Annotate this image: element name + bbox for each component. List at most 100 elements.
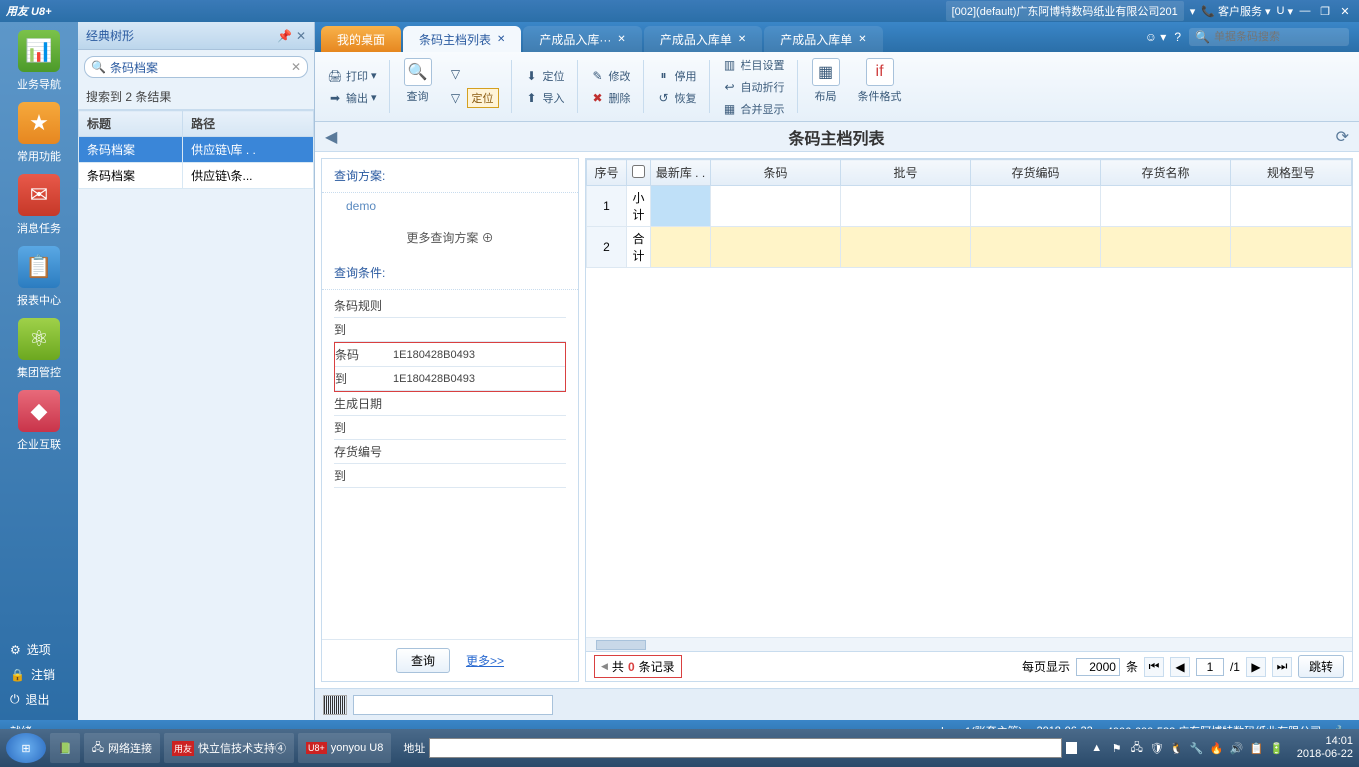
barcode-scan-input[interactable]	[353, 695, 553, 715]
tray-clip-icon[interactable]: 📋	[1249, 740, 1265, 756]
filter-button[interactable]: ▽	[444, 64, 503, 84]
grid-row-total[interactable]: 2合计	[587, 227, 1352, 268]
modify-button[interactable]: ✎修改	[586, 66, 635, 86]
address-go[interactable]: →	[1066, 742, 1077, 754]
tray-flag-icon[interactable]: ⚑	[1109, 740, 1125, 756]
customer-service-button[interactable]: 📞 客户服务 ▾	[1201, 3, 1270, 19]
stop-button[interactable]: ⏸停用	[652, 66, 701, 86]
col-latest[interactable]: 最新库 . .	[651, 160, 711, 186]
col-path[interactable]: 路径	[183, 111, 314, 137]
taskbar-support[interactable]: 用友 快立信技术支持④	[164, 733, 294, 763]
nav-enterprise[interactable]: ◆企业互联	[8, 390, 70, 452]
tray-batt-icon[interactable]: 🔋	[1269, 740, 1285, 756]
nav-logout[interactable]: 🔒注销	[0, 662, 78, 687]
tree-row[interactable]: 条码档案供应链\条...	[79, 163, 314, 189]
page-last[interactable]: ⏭	[1272, 657, 1292, 677]
refresh-icon[interactable]: ⟳	[1336, 127, 1349, 147]
u-menu[interactable]: U ▾	[1277, 5, 1293, 18]
print-button[interactable]: 🖨打印 ▾	[323, 66, 381, 86]
delete-button[interactable]: ✖删除	[586, 88, 635, 108]
query-plan-demo[interactable]: demo	[322, 193, 578, 219]
page-jump-button[interactable]: 跳转	[1298, 655, 1344, 678]
output-button[interactable]: ➡输出 ▾	[323, 88, 381, 108]
tray-sec-icon[interactable]: 🛡	[1149, 740, 1165, 756]
restore-button[interactable]: ↺恢复	[652, 88, 701, 108]
tab-product-in-3[interactable]: 产成品入库单✕	[764, 26, 882, 52]
tab-product-in-2[interactable]: 产成品入库单✕	[644, 26, 762, 52]
layout-button[interactable]: ▦布局	[806, 56, 846, 117]
nav-report[interactable]: 📋报表中心	[8, 246, 70, 308]
window-close[interactable]: ✕	[1337, 5, 1353, 18]
field-barcode-rule[interactable]: 条码规则	[334, 294, 566, 318]
tab-close-icon[interactable]: ✕	[738, 34, 746, 45]
col-spec[interactable]: 规格型号	[1231, 160, 1352, 186]
col-seq[interactable]: 序号	[587, 160, 627, 186]
taskbar-excel[interactable]: 📗	[50, 733, 80, 763]
locate-button[interactable]: ▽定位	[444, 86, 503, 110]
tree-close-icon[interactable]: ✕	[296, 29, 306, 43]
tab-close-icon[interactable]: ✕	[617, 34, 625, 45]
nav-exit[interactable]: ⏻退出	[0, 687, 78, 712]
field-barcode-to[interactable]: 到1E180428B0493	[335, 367, 565, 391]
taskbar-clock[interactable]: 14:01 2018-06-22	[1297, 735, 1353, 761]
field-to-2[interactable]: 到	[334, 416, 566, 440]
autowrap-button[interactable]: ↩自动折行	[718, 77, 789, 97]
back-icon[interactable]: ◀	[325, 127, 337, 147]
tray-net-icon[interactable]: 🖧	[1129, 740, 1145, 756]
help-icon[interactable]: ?	[1174, 30, 1181, 44]
pin-icon[interactable]: 📌	[277, 29, 292, 43]
company-dropdown-arrow[interactable]: ▾	[1190, 5, 1196, 18]
start-button[interactable]: ⊞	[6, 733, 46, 763]
taskbar-yonyou[interactable]: U8+ yonyou U8	[298, 733, 391, 763]
tab-desktop[interactable]: 我的桌面	[321, 26, 401, 52]
locate-top-button[interactable]: ⬇定位	[520, 66, 569, 86]
tab-product-in-1[interactable]: 产成品入库···✕	[523, 26, 641, 52]
tray-up-icon[interactable]: ▲	[1089, 740, 1105, 756]
page-input[interactable]	[1196, 658, 1224, 676]
col-check[interactable]	[627, 160, 651, 186]
tab-barcode-list[interactable]: 条码主档列表✕	[403, 26, 521, 52]
query-submit-button[interactable]: 查询	[396, 648, 450, 673]
tab-close-icon[interactable]: ✕	[497, 34, 505, 45]
col-stockname[interactable]: 存货名称	[1101, 160, 1231, 186]
more-query-plans[interactable]: 更多查询方案 ⊕	[322, 219, 578, 256]
tray-fire-icon[interactable]: 🔥	[1209, 740, 1225, 756]
window-minimize[interactable]: —	[1297, 5, 1313, 17]
nav-message[interactable]: ✉消息任务	[8, 174, 70, 236]
condfmt-button[interactable]: if条件格式	[852, 56, 908, 117]
field-gen-date[interactable]: 生成日期	[334, 392, 566, 416]
barcode-search-input[interactable]	[1214, 31, 1343, 43]
field-stock-code[interactable]: 存货编号	[334, 440, 566, 464]
window-restore[interactable]: ❐	[1317, 5, 1333, 18]
col-barcode[interactable]: 条码	[711, 160, 841, 186]
import-button[interactable]: ⬆导入	[520, 88, 569, 108]
nav-common[interactable]: ★常用功能	[8, 102, 70, 164]
barcode-search[interactable]: 🔍	[1189, 28, 1349, 46]
user-icon[interactable]: ☺ ▾	[1145, 30, 1167, 44]
clear-search-icon[interactable]: ✕	[291, 60, 301, 74]
tray-tool-icon[interactable]: 🔧	[1189, 740, 1205, 756]
page-first[interactable]: ⏮	[1144, 657, 1164, 677]
query-more-link[interactable]: 更多>>	[466, 652, 504, 669]
tab-close-icon[interactable]: ✕	[858, 34, 866, 45]
col-stockcode[interactable]: 存货编码	[971, 160, 1101, 186]
tree-row-selected[interactable]: 条码档案供应链\库 . .	[79, 137, 314, 163]
col-title[interactable]: 标题	[79, 111, 183, 137]
grid-row-subtotal[interactable]: 1小计	[587, 186, 1352, 227]
column-set-button[interactable]: ▥栏目设置	[718, 55, 789, 75]
page-next[interactable]: ▶	[1246, 657, 1266, 677]
nav-group[interactable]: ⚛集团管控	[8, 318, 70, 380]
field-to-1[interactable]: 到	[334, 318, 566, 342]
mergeshow-button[interactable]: ▦合并显示	[718, 99, 789, 119]
perpage-input[interactable]	[1076, 658, 1120, 676]
col-batch[interactable]: 批号	[841, 160, 971, 186]
address-input[interactable]	[429, 738, 1061, 758]
field-barcode-from[interactable]: 条码1E180428B0493	[335, 343, 565, 367]
tree-search-input[interactable]	[106, 60, 291, 74]
field-to-3[interactable]: 到	[334, 464, 566, 488]
page-prev[interactable]: ◀	[1170, 657, 1190, 677]
company-dropdown[interactable]: [002](default)广东阿博特数码纸业有限公司201	[946, 1, 1184, 21]
nav-business[interactable]: 📊业务导航	[8, 30, 70, 92]
query-button[interactable]: 🔍查询	[398, 56, 438, 117]
nav-options[interactable]: ⚙选项	[0, 637, 78, 662]
